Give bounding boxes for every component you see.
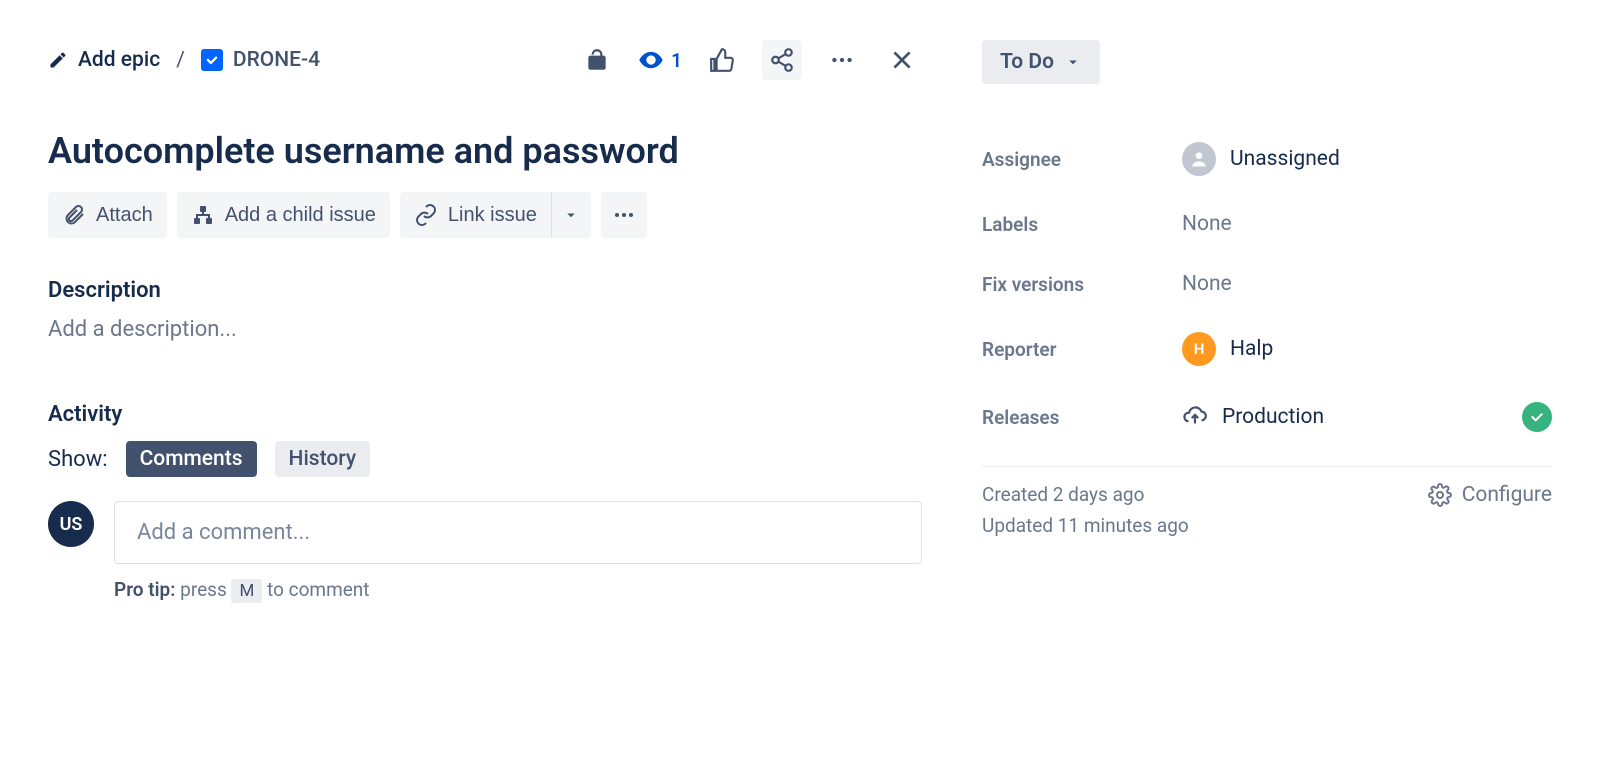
fix-versions-value: None [1182, 272, 1552, 296]
reporter-value: Halp [1230, 337, 1273, 361]
share-button[interactable] [762, 40, 802, 80]
field-releases[interactable]: Releases Production [982, 384, 1552, 450]
field-assignee[interactable]: Assignee Unassigned [982, 124, 1552, 194]
more-actions-button[interactable] [601, 192, 647, 238]
show-label: Show: [48, 447, 108, 472]
updated-text: Updated 11 minutes ago [982, 514, 1189, 537]
pro-tip-after: to comment [262, 578, 369, 601]
labels-value: None [1182, 212, 1552, 236]
unlock-icon [584, 47, 610, 73]
fix-versions-label: Fix versions [982, 273, 1182, 296]
unassigned-avatar [1182, 142, 1216, 176]
release-status-badge [1522, 402, 1552, 432]
eye-icon [637, 46, 665, 74]
gear-icon [1428, 483, 1452, 507]
tab-comments[interactable]: Comments [126, 441, 257, 477]
add-child-button[interactable]: Add a child issue [177, 192, 390, 238]
releases-label: Releases [982, 406, 1182, 429]
pro-tip: Pro tip: press M to comment [114, 578, 922, 603]
configure-button[interactable]: Configure [1428, 483, 1552, 507]
thumbs-up-icon [709, 47, 735, 73]
more-icon [829, 47, 855, 73]
assignee-value: Unassigned [1230, 147, 1340, 171]
more-button[interactable] [822, 40, 862, 80]
pro-tip-label: Pro tip: [114, 578, 175, 601]
child-issue-icon [191, 203, 215, 227]
chevron-down-icon [1064, 53, 1082, 71]
description-heading: Description [48, 278, 922, 303]
close-icon [889, 47, 915, 73]
watch-button[interactable]: 1 [637, 46, 682, 74]
field-reporter[interactable]: Reporter H Halp [982, 314, 1552, 384]
activity-heading: Activity [48, 402, 922, 427]
issue-type-icon [201, 49, 223, 71]
issue-key-text: DRONE-4 [233, 48, 320, 72]
person-icon [1189, 149, 1209, 169]
pro-tip-before: press [175, 578, 231, 601]
field-fix-versions[interactable]: Fix versions None [982, 254, 1552, 314]
chevron-down-icon [562, 206, 580, 224]
check-icon [1529, 409, 1545, 425]
issue-key-link[interactable]: DRONE-4 [201, 48, 320, 72]
vote-button[interactable] [702, 40, 742, 80]
link-issue-button[interactable]: Link issue [400, 192, 551, 238]
status-button[interactable]: To Do [982, 40, 1100, 84]
add-epic-label: Add epic [78, 48, 160, 72]
lock-button[interactable] [577, 40, 617, 80]
releases-value: Production [1222, 405, 1324, 429]
comment-input[interactable]: Add a comment... [114, 501, 922, 564]
status-label: To Do [1000, 50, 1054, 74]
add-epic-button[interactable]: Add epic [48, 48, 160, 72]
labels-label: Labels [982, 213, 1182, 236]
link-issue-dropdown[interactable] [551, 192, 591, 238]
divider [982, 466, 1552, 467]
reporter-avatar: H [1182, 332, 1216, 366]
attach-icon [62, 203, 86, 227]
issue-title[interactable]: Autocomplete username and password [48, 130, 922, 172]
user-avatar: US [48, 501, 94, 547]
watch-count: 1 [671, 49, 682, 72]
description-input[interactable]: Add a description... [48, 317, 922, 342]
add-child-label: Add a child issue [225, 204, 376, 227]
tab-history[interactable]: History [275, 441, 371, 477]
reporter-label: Reporter [982, 338, 1182, 361]
configure-label: Configure [1462, 483, 1552, 507]
link-issue-label: Link issue [448, 204, 537, 227]
release-icon [1182, 404, 1208, 430]
created-text: Created 2 days ago [982, 483, 1189, 506]
share-icon [769, 47, 795, 73]
pencil-icon [48, 50, 68, 70]
more-icon [612, 203, 636, 227]
breadcrumb-separator: / [176, 48, 185, 72]
assignee-label: Assignee [982, 148, 1182, 171]
link-icon [414, 203, 438, 227]
close-button[interactable] [882, 40, 922, 80]
field-labels[interactable]: Labels None [982, 194, 1552, 254]
attach-label: Attach [96, 204, 153, 227]
attach-button[interactable]: Attach [48, 192, 167, 238]
pro-tip-key: M [231, 579, 262, 603]
breadcrumb: Add epic / DRONE-4 [48, 48, 320, 72]
